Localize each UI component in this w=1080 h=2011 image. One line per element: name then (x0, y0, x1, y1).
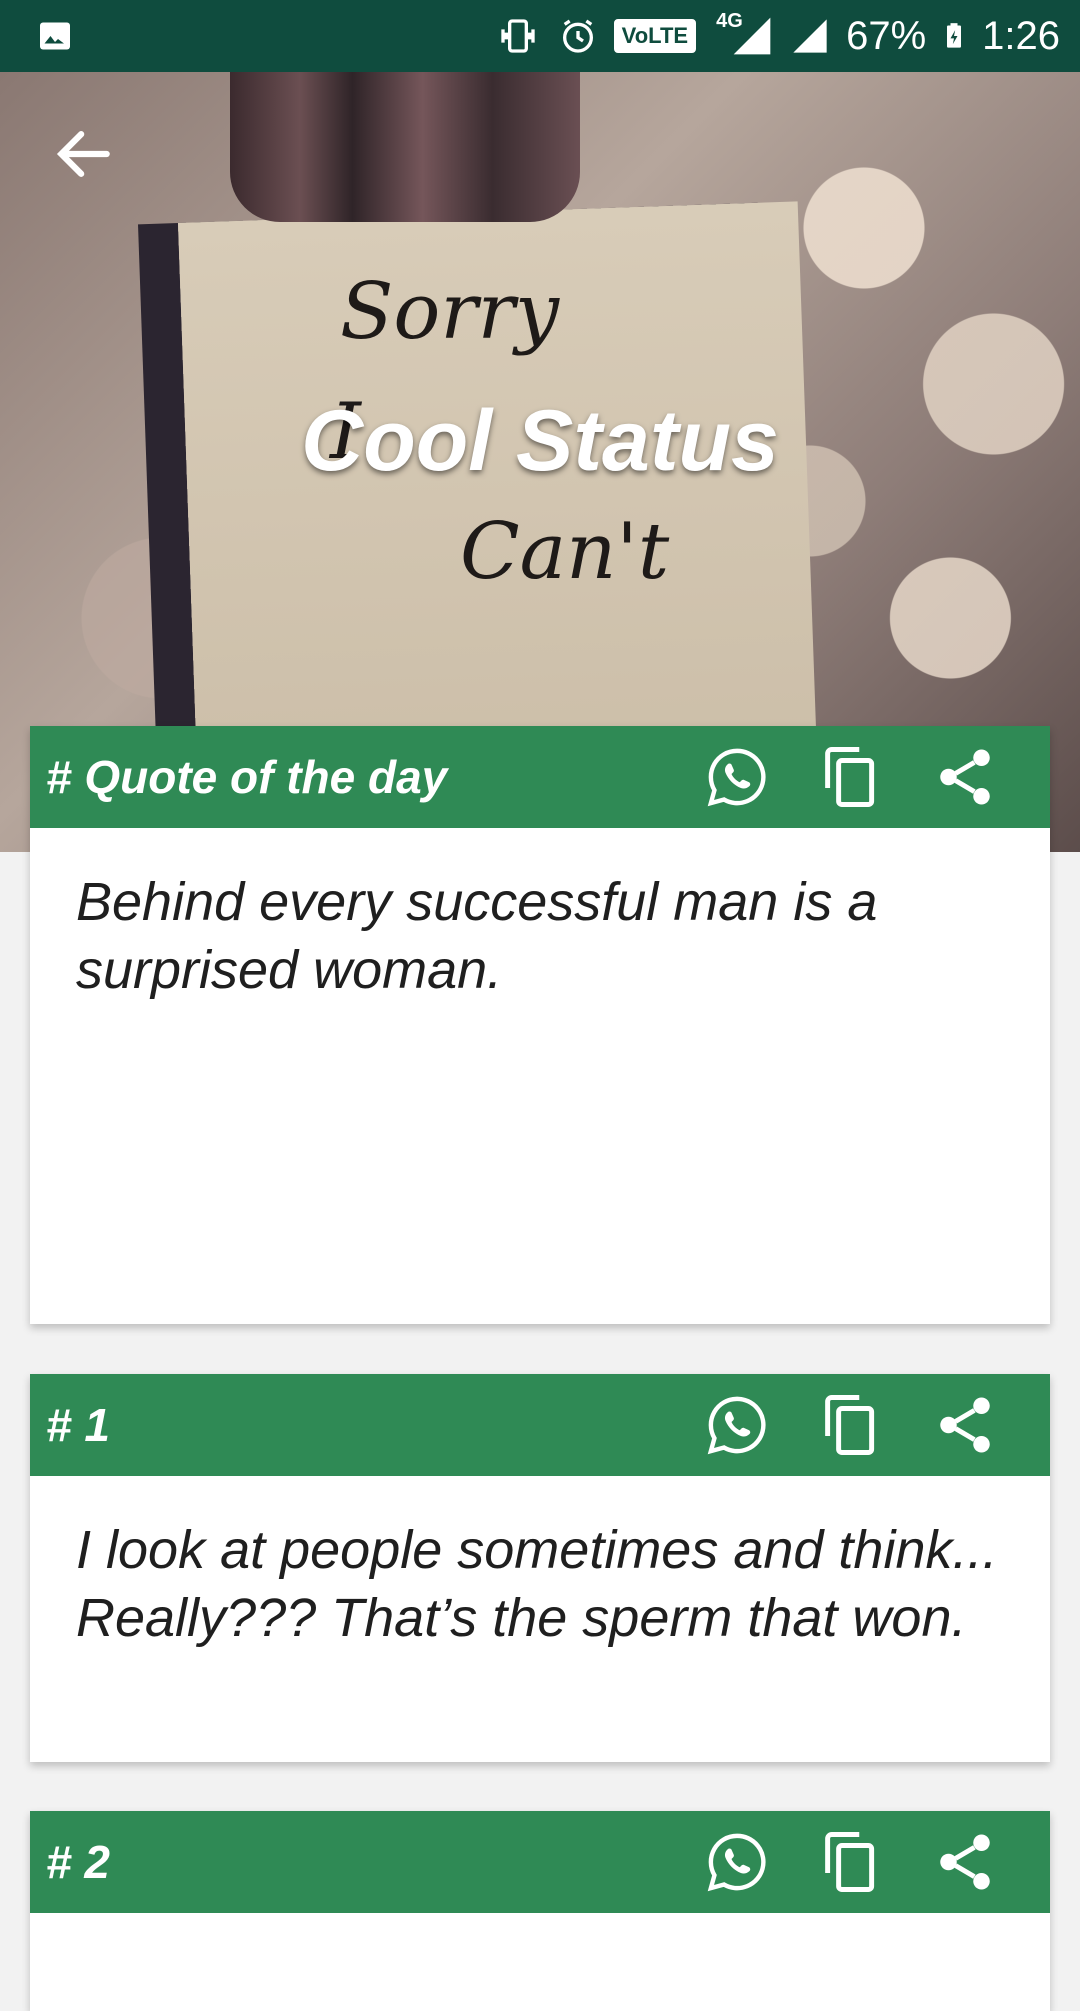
card-header: # Quote of the day (30, 726, 1050, 828)
whatsapp-icon[interactable] (704, 744, 770, 810)
card-actions (704, 1829, 998, 1895)
gallery-icon (40, 22, 70, 50)
card-title: # 2 (46, 1836, 110, 1888)
quote-text: Behind every successful man is a surpris… (76, 872, 878, 1000)
arrow-back-icon[interactable] (50, 120, 118, 188)
battery-percent: 67% (846, 13, 927, 58)
share-icon[interactable] (932, 744, 998, 810)
share-icon[interactable] (932, 1392, 998, 1458)
page-title: Cool Status (301, 393, 779, 489)
clock: 1:26 (982, 13, 1060, 58)
card-actions (704, 744, 998, 810)
card-title: # 1 (46, 1399, 110, 1451)
hero-hand (230, 72, 580, 222)
alarm-icon (562, 19, 593, 53)
card-actions (704, 1392, 998, 1458)
signal-4g-icon: 4G (710, 10, 774, 58)
battery-charging-icon (947, 23, 962, 48)
card-header: # 2 (30, 1811, 1050, 1913)
copy-icon[interactable] (818, 744, 884, 810)
hero-image-word: Sorry (340, 267, 560, 357)
quote-card: # 1 I look at people sometimes and think… (30, 1374, 1050, 1762)
copy-icon[interactable] (818, 1392, 884, 1458)
quote-card: # 2 (30, 1811, 1050, 2011)
volte-icon: VoLTE (613, 19, 697, 53)
whatsapp-icon[interactable] (704, 1392, 770, 1458)
copy-icon[interactable] (818, 1829, 884, 1895)
status-bar: VoLTE 4G 67% 1:26 (0, 0, 1080, 72)
quote-text (30, 1913, 1050, 1953)
share-icon[interactable] (932, 1829, 998, 1895)
card-header: # 1 (30, 1374, 1050, 1476)
hero-image-word: Can't (460, 507, 670, 597)
quote-text: I look at people sometimes and think... … (76, 1520, 998, 1648)
card-title: # Quote of the day (46, 751, 448, 803)
vibrate-icon (501, 19, 535, 53)
whatsapp-icon[interactable] (704, 1829, 770, 1895)
quote-card: # Quote of the day Behind every successf… (30, 726, 1050, 1324)
signal-icon (793, 19, 827, 53)
